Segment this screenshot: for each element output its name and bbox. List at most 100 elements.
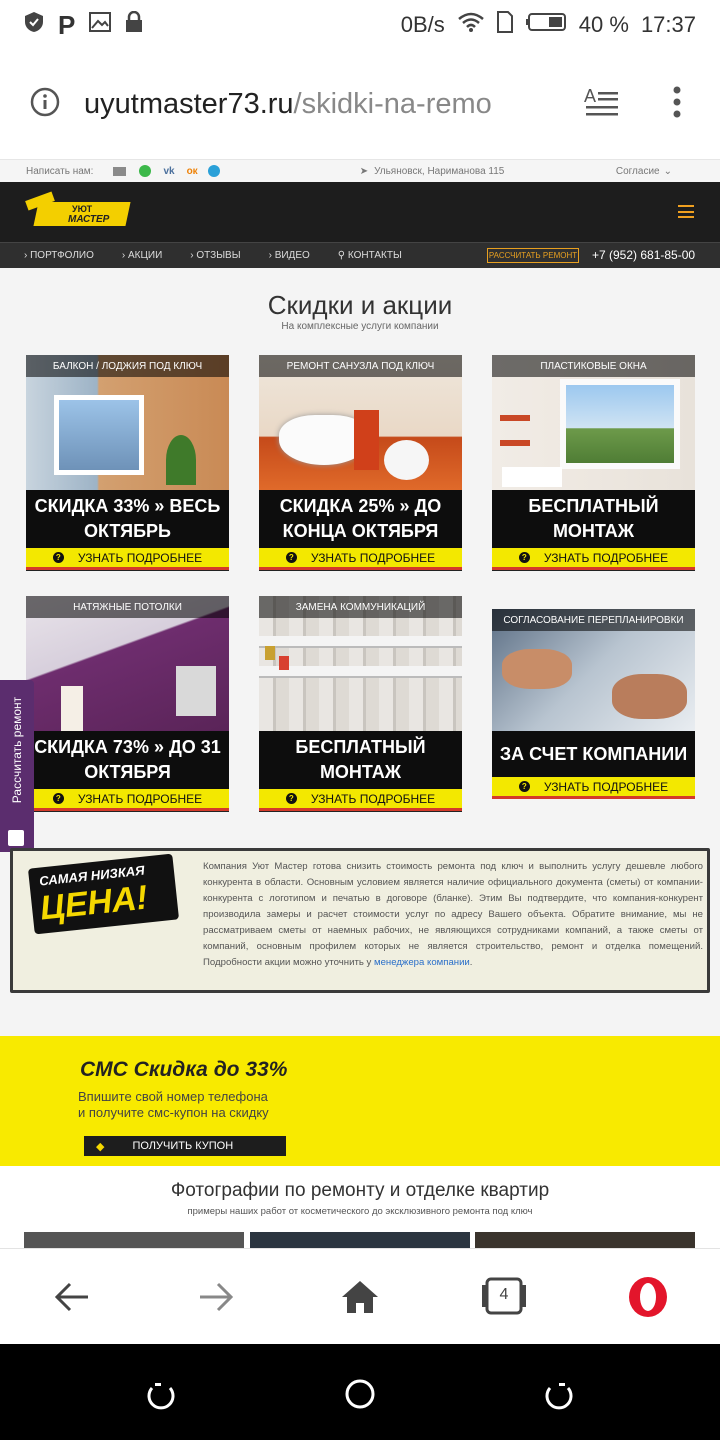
address: Ульяновск, Нариманова 115 xyxy=(374,165,505,177)
gallery-section: Фотографии по ремонту и отделке квартир … xyxy=(0,1166,720,1248)
write-us-label: Написать нам: xyxy=(26,165,94,177)
telegram-icon[interactable] xyxy=(207,165,220,177)
learn-more-button[interactable]: ? УЗНАТЬ ПОДРОБНЕЕ xyxy=(26,548,229,570)
menu-dots-icon[interactable] xyxy=(672,85,682,124)
home-button-icon[interactable] xyxy=(344,1378,376,1415)
card-caption: НАТЯЖНЫЕ ПОТОЛКИ xyxy=(26,596,229,618)
learn-more-label: УЗНАТЬ ПОДРОБНЕЕ xyxy=(310,791,436,806)
wifi-icon xyxy=(457,12,485,38)
vk-icon[interactable]: vk xyxy=(163,166,174,177)
top-info-line: Написать нам: vk ок ➤ Ульяновск, Нариман… xyxy=(0,160,720,182)
url-field[interactable]: uyutmaster73.ru/skidki-na-remo xyxy=(84,88,554,121)
nav-promotions[interactable]: › АКЦИИ xyxy=(122,250,176,261)
info-icon[interactable] xyxy=(30,87,60,122)
nav-reviews[interactable]: › ОТЗЫВЫ xyxy=(190,250,254,261)
agree-link[interactable]: Согласие xyxy=(616,166,660,177)
calculator-icon xyxy=(8,830,24,846)
promo-card-ceilings[interactable]: НАТЯЖНЫЕ ПОТОЛКИ СКИДКА 73% » ДО 31 ОКТЯ… xyxy=(26,596,229,812)
promo-card-pipes[interactable]: ЗАМЕНА КОММУНИКАЦИЙ БЕСПЛАТНЫЙ МОНТАЖ ? У… xyxy=(259,596,462,812)
promo-card-replanning[interactable]: СОГЛАСОВАНИЕ ПЕРЕПЛАНИРОВКИ ЗА СЧЕТ КОМП… xyxy=(492,609,695,799)
gallery-title: Фотографии по ремонту и отделке квартир xyxy=(170,1180,550,1201)
site-header: УЮТ МАСТЕР xyxy=(0,182,720,242)
tabs-count: 4 xyxy=(499,1286,509,1303)
question-icon: ? xyxy=(52,552,64,563)
learn-more-label: УЗНАТЬ ПОДРОБНЕЕ xyxy=(310,550,436,565)
home-icon[interactable] xyxy=(340,1279,380,1320)
promo-text: Компания Уют Мастер готова снизить стоим… xyxy=(203,859,703,971)
nav-video-label: ВИДЕО xyxy=(274,250,310,261)
site-nav: › ПОРТФОЛИО › АКЦИИ › ОТЗЫВЫ › ВИДЕО ⚲ К… xyxy=(0,242,720,268)
calculate-repair-button[interactable]: РАССЧИТАТЬ РЕМОНТ xyxy=(487,248,579,263)
get-coupon-button[interactable]: ◆ ПОЛУЧИТЬ КУПОН xyxy=(84,1136,286,1156)
lowest-price-badge: САМАЯ НИЗКАЯ ЦЕНА! xyxy=(27,853,180,935)
nav-video[interactable]: › ВИДЕО xyxy=(269,250,324,261)
gallery-photo-1[interactable] xyxy=(24,1232,244,1248)
gallery-photo-2[interactable] xyxy=(250,1232,470,1248)
url-path: /skidki-na-remo xyxy=(293,88,492,120)
learn-more-button[interactable]: ? УЗНАТЬ ПОДРОБНЕЕ xyxy=(259,789,462,811)
card-caption: ПЛАСТИКОВЫЕ ОКНА xyxy=(492,355,695,377)
logo-line2: МАСТЕР xyxy=(68,214,110,225)
web-page: Написать нам: vk ок ➤ Ульяновск, Нариман… xyxy=(0,160,720,1248)
card-offer: ЗА СЧЕТ КОМПАНИИ xyxy=(492,731,695,777)
learn-more-button[interactable]: ? УЗНАТЬ ПОДРОБНЕЕ xyxy=(492,777,695,799)
nav-reviews-label: ОТЗЫВЫ xyxy=(196,250,241,261)
sms-title: СМС Скидка до 33% xyxy=(80,1058,288,1081)
shield-icon xyxy=(24,11,44,39)
card-offer: БЕСПЛАТНЫЙ МОНТАЖ xyxy=(492,490,695,548)
nav-contacts[interactable]: ⚲ КОНТАКТЫ xyxy=(338,250,416,261)
card-caption: БАЛКОН / ЛОДЖИЯ ПОД КЛЮЧ xyxy=(26,355,229,377)
nav-contacts-label: КОНТАКТЫ xyxy=(347,250,402,261)
learn-more-label: УЗНАТЬ ПОДРОБНЕЕ xyxy=(543,779,669,794)
back-arrow-icon[interactable] xyxy=(54,1281,90,1318)
hamburger-menu-icon[interactable] xyxy=(678,205,694,218)
logo-line1: УЮТ xyxy=(72,204,93,214)
lock-icon xyxy=(125,10,143,39)
chevron-down-icon: ⌄ xyxy=(663,165,672,177)
browser-bottom-bar: 4 xyxy=(0,1248,720,1344)
battery-level: 40 % xyxy=(578,12,629,37)
reader-mode-icon[interactable]: A xyxy=(584,86,620,123)
learn-more-button[interactable]: ? УЗНАТЬ ПОДРОБНЕЕ xyxy=(492,548,695,570)
learn-more-button[interactable]: ? УЗНАТЬ ПОДРОБНЕЕ xyxy=(26,789,229,811)
browser-url-bar: uyutmaster73.ru/skidki-na-remo A xyxy=(0,50,720,160)
tag-icon: ◆ xyxy=(96,1140,105,1153)
calculate-repair-side-tab[interactable]: Рассчитать ремонт xyxy=(0,680,34,852)
card-caption: ЗАМЕНА КОММУНИКАЦИЙ xyxy=(259,596,462,618)
section-title: Скидки и акции xyxy=(267,290,453,320)
question-icon: ? xyxy=(518,552,530,563)
promo-card-bathroom[interactable]: РЕМОНТ САНУЗЛА ПОД КЛЮЧ СКИДКА 25% » ДО … xyxy=(259,355,462,571)
question-icon: ? xyxy=(285,552,297,563)
tabs-icon[interactable]: 4 xyxy=(481,1277,527,1315)
nav-portfolio[interactable]: › ПОРТФОЛИО xyxy=(24,250,108,261)
get-coupon-label: ПОЛУЧИТЬ КУПОН xyxy=(132,1140,234,1152)
back-button-icon[interactable] xyxy=(544,1380,574,1415)
promo-end: . xyxy=(469,957,473,968)
odnoklassniki-icon[interactable]: ок xyxy=(187,166,198,177)
card-offer: БЕСПЛАТНЫЙ МОНТАЖ xyxy=(259,731,462,789)
learn-more-label: УЗНАТЬ ПОДРОБНЕЕ xyxy=(77,550,203,565)
system-nav-bar xyxy=(0,1344,720,1440)
promo-body: Компания Уют Мастер готова снизить стоим… xyxy=(203,861,703,968)
card-offer: СКИДКА 33% » ВЕСЬ ОКТЯБРЬ xyxy=(26,490,229,548)
gallery-photo-3[interactable] xyxy=(475,1232,695,1248)
phone-number[interactable]: +7 (952) 681-85-00 xyxy=(592,248,695,262)
question-icon: ? xyxy=(285,793,297,804)
whatsapp-icon[interactable] xyxy=(139,165,152,177)
promo-card-windows[interactable]: ПЛАСТИКОВЫЕ ОКНА БЕСПЛАТНЫЙ МОНТАЖ ? УЗНА… xyxy=(492,355,695,571)
card-offer: СКИДКА 73% » ДО 31 ОКТЯБРЯ xyxy=(26,731,229,789)
p-app-icon: P xyxy=(58,9,76,40)
forward-arrow-icon[interactable] xyxy=(198,1281,234,1318)
mail-icon[interactable] xyxy=(113,166,127,176)
sms-discount-section: СМС Скидка до 33% Впишите свой номер тел… xyxy=(0,1036,720,1166)
image-icon xyxy=(89,12,112,38)
manager-link[interactable]: менеджера компании xyxy=(374,957,470,968)
promo-card-balcony[interactable]: БАЛКОН / ЛОДЖИЯ ПОД КЛЮЧ СКИДКА 33% » ВЕ… xyxy=(26,355,229,571)
url-domain: uyutmaster73.ru xyxy=(84,88,294,120)
logo[interactable]: УЮТ МАСТЕР xyxy=(25,191,131,230)
location-icon: ➤ xyxy=(359,165,369,177)
sms-line1: Впишите свой номер телефона xyxy=(78,1089,268,1104)
opera-icon[interactable] xyxy=(627,1276,669,1323)
learn-more-button[interactable]: ? УЗНАТЬ ПОДРОБНЕЕ xyxy=(259,548,462,570)
recents-icon[interactable] xyxy=(146,1380,176,1415)
